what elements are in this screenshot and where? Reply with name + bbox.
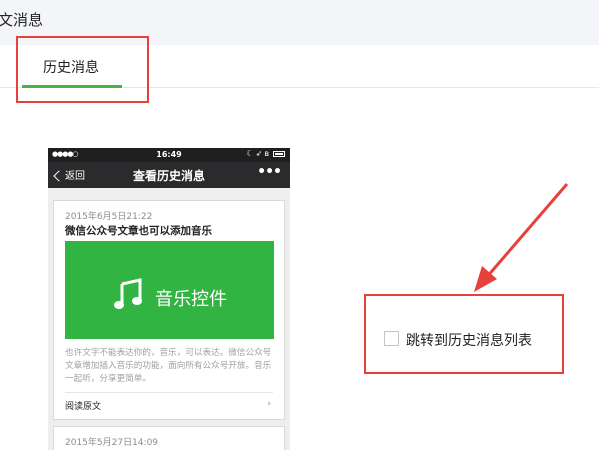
- moon-icon: ☾: [246, 149, 256, 158]
- article-cover: 音乐控件: [65, 241, 274, 339]
- highlight-box-checkbox: [364, 294, 564, 374]
- status-icons: ☾➶ʙ: [246, 149, 285, 158]
- read-original-link[interactable]: 阅读原文: [65, 399, 101, 412]
- chevron-right-icon: ›: [267, 399, 271, 409]
- article-date: 2015年5月27日14:09: [65, 438, 159, 448]
- highlight-box-tab: [16, 36, 149, 103]
- article-description: 也许文字不能表达你的，音乐，可以表达。微信公众号文章增加插入音乐的功能，面向所有…: [65, 348, 272, 384]
- phone-nav-bar: 返回 查看历史消息 •••: [48, 162, 290, 188]
- more-icon[interactable]: •••: [257, 164, 282, 180]
- article-date: 2015年6月5日21:22: [65, 212, 153, 222]
- divider: [65, 392, 273, 393]
- bluetooth-icon: ʙ: [264, 149, 271, 158]
- article-card[interactable]: 2015年5月27日14:09: [53, 426, 285, 450]
- cover-text: 音乐控件: [155, 289, 227, 310]
- status-bar: ●●●●○ 16:49 ☾➶ʙ: [48, 148, 290, 162]
- page-title: 文消息: [0, 11, 44, 29]
- article-card[interactable]: 2015年6月5日21:22 微信公众号文章也可以添加音乐 音乐控件 也许文字不…: [53, 200, 285, 420]
- phone-nav-title: 查看历史消息: [132, 169, 205, 183]
- article-title: 微信公众号文章也可以添加音乐: [65, 225, 212, 237]
- battery-icon: [273, 150, 285, 157]
- music-note-icon: [114, 278, 142, 309]
- phone-preview: ●●●●○ 16:49 ☾➶ʙ 返回 查看历史消息 ••• 2015年6月5日2…: [48, 148, 290, 450]
